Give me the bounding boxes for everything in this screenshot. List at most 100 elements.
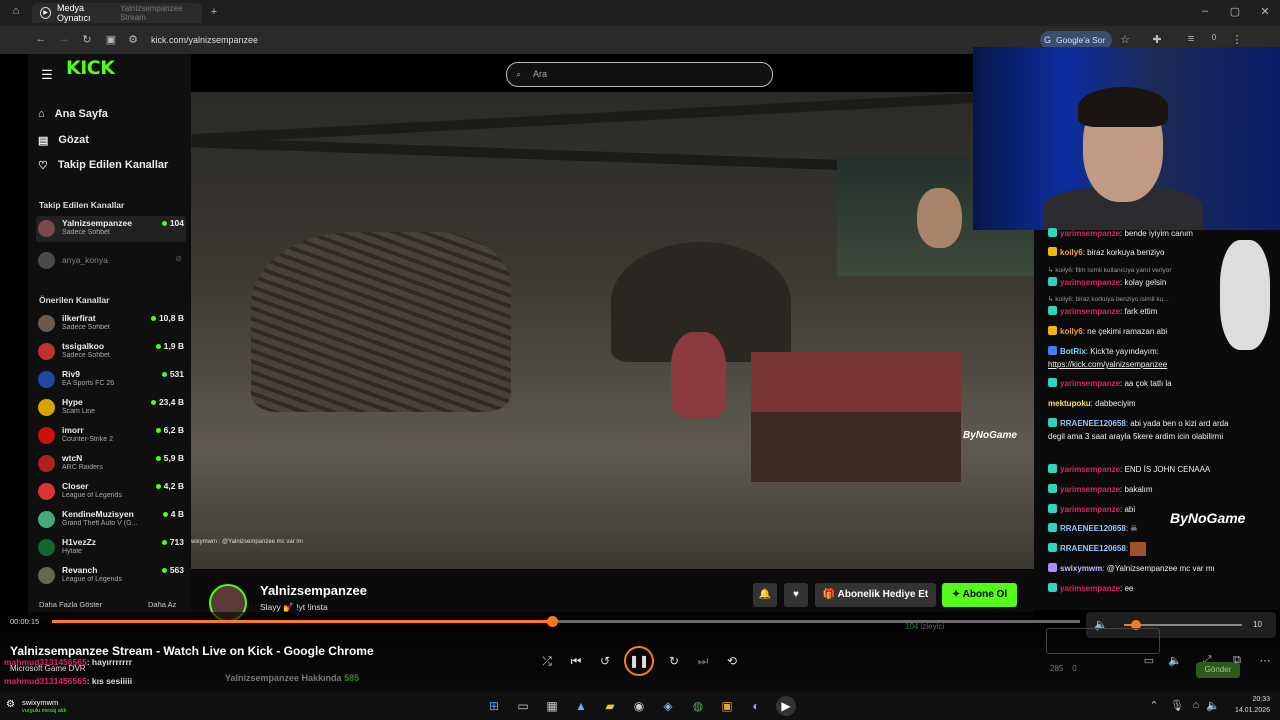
minimize-icon[interactable]: –: [1198, 5, 1212, 17]
bookmark-star-icon[interactable]: ☆: [1118, 33, 1132, 46]
next-icon[interactable]: ⏭: [694, 652, 712, 670]
notification-chip[interactable]: ⚙ swixymwm vurgulu mesaj aldı: [4, 697, 124, 717]
photos-icon[interactable]: ▲: [571, 696, 591, 716]
chat-user[interactable]: RRAENEE120658: [1060, 544, 1126, 553]
task-view-icon[interactable]: ▭: [513, 696, 533, 716]
maximize-icon[interactable]: ▢: [1228, 5, 1242, 18]
file-explorer-icon[interactable]: ▰: [600, 696, 620, 716]
shuffle-icon[interactable]: ⤮: [538, 652, 556, 670]
compact-view-icon[interactable]: ⧉: [1230, 654, 1244, 667]
chat-user[interactable]: yarimsempanze: [1060, 278, 1120, 287]
steam-icon[interactable]: ◈: [658, 696, 678, 716]
chat-user[interactable]: yarimsempanze: [1060, 465, 1120, 474]
nav-browse[interactable]: ▤ Gözat: [38, 130, 188, 150]
new-tab-icon[interactable]: +: [209, 6, 219, 18]
chat-link[interactable]: https://kick.com/yalnizsempanzee: [1048, 360, 1167, 369]
recommended-channel[interactable]: Hype Scam Line 23,4 B: [36, 395, 186, 421]
chat-user[interactable]: koily6: [1060, 248, 1083, 257]
follow-heart-button[interactable]: ♥: [784, 583, 808, 607]
ext-count-badge[interactable]: 0: [1207, 33, 1221, 42]
subscribe-button[interactable]: ✦ Abone Ol: [942, 583, 1017, 607]
streamer-name[interactable]: Yalnizsempanzee: [260, 583, 367, 598]
chat-user[interactable]: koily6: [1060, 327, 1083, 336]
miniplayer-icon[interactable]: ▭: [1142, 654, 1156, 667]
media-player-icon[interactable]: ▶: [776, 696, 796, 716]
nav-following[interactable]: ♡ Takip Edilen Kanallar: [38, 155, 188, 175]
channel-name: Revanch: [62, 565, 98, 575]
extensions-icon[interactable]: ✚: [1150, 33, 1164, 46]
channel-name: Riv9: [62, 369, 80, 379]
recommended-channel[interactable]: imorr Counter-Strike 2 6,2 B: [36, 423, 186, 449]
ghost-user: mahmud3131456565: [4, 676, 87, 686]
pause-button[interactable]: ❚❚: [624, 646, 654, 676]
chat-user[interactable]: yarimsempanze: [1060, 505, 1120, 514]
speaker-icon[interactable]: 🔈: [1206, 699, 1220, 712]
chat-user[interactable]: swixymwm: [1060, 564, 1102, 573]
video-player[interactable]: ByNoGame wixymwm : @Yalnizsempanzee mc v…: [191, 92, 1034, 569]
chat-user[interactable]: yarimsempanze: [1060, 485, 1120, 494]
reload-icon[interactable]: ↻: [80, 33, 94, 46]
forward-icon[interactable]: →: [57, 33, 71, 45]
home-icon[interactable]: ⌂: [8, 5, 24, 17]
menu-icon[interactable]: ⋮: [1230, 33, 1244, 46]
recommended-channel[interactable]: H1vezZz Hytale 713: [36, 535, 186, 561]
chat-user[interactable]: BotRix: [1060, 347, 1086, 356]
recommended-channel[interactable]: Riv9 EA Sports FC 26 531: [36, 367, 186, 393]
widgets-icon[interactable]: ▦: [542, 696, 562, 716]
chat-text: : bakalım: [1120, 485, 1153, 494]
hamburger-icon[interactable]: ☰: [40, 67, 54, 83]
tray-chevron-icon[interactable]: ⌃: [1148, 699, 1160, 712]
discord-icon[interactable]: ◐: [746, 696, 766, 716]
kick-logo[interactable]: KICK: [66, 57, 115, 79]
badge-icon: [1048, 306, 1057, 315]
chat-user[interactable]: RRAENEE120658: [1060, 419, 1126, 428]
windows-start-icon[interactable]: ⊞: [484, 696, 504, 716]
search-input[interactable]: ⌕ Ara: [506, 62, 773, 87]
more-options-icon[interactable]: ⋯: [1258, 654, 1272, 667]
chat-user[interactable]: yarimsempanze: [1060, 379, 1120, 388]
recommended-channel[interactable]: wtcN ARC Raiders 5,9 B: [36, 451, 186, 477]
forward-skip-icon[interactable]: ↻: [665, 652, 683, 670]
followed-channel[interactable]: Yalnizsempanzee Sadece Sohbet 104: [36, 216, 186, 242]
ghost-text: : kıs sesiiiii: [86, 676, 133, 686]
notification-bell-button[interactable]: 🔔: [753, 583, 777, 607]
browser-tab[interactable]: ▶ Medya Oynatıcı Yalnizsempanzee Stream: [32, 3, 202, 23]
followed-channel[interactable]: anya_konya ⊘: [36, 248, 186, 274]
chrome-icon[interactable]: ◍: [688, 696, 708, 716]
volume-icon[interactable]: 🔈: [1168, 654, 1182, 667]
back-icon[interactable]: ←: [34, 33, 48, 45]
emote-icon: [1130, 542, 1147, 556]
site-info-icon[interactable]: ⚙: [126, 33, 140, 46]
gift-sub-button[interactable]: 🎁 Abonelik Hediye Et: [815, 583, 936, 607]
seek-knob[interactable]: [546, 616, 558, 627]
chat-text: : kolay gelsin: [1120, 278, 1167, 287]
rewind-icon[interactable]: ↺: [596, 652, 614, 670]
recommended-channel[interactable]: ilkerfirat Sadece Sohbet 10,8 B: [36, 311, 186, 337]
game-icon[interactable]: ▣: [717, 696, 737, 716]
network-icon[interactable]: ⌂: [1190, 699, 1202, 711]
repeat-off-icon[interactable]: ⟲: [723, 652, 741, 670]
obs-icon[interactable]: ◉: [629, 696, 649, 716]
chat-user[interactable]: yarimsempanze: [1060, 307, 1120, 316]
recommended-channel[interactable]: Revanch League of Legends 563: [36, 563, 186, 589]
recommended-channel[interactable]: tssigalkoo Sadece Sohbet 1,9 B: [36, 339, 186, 365]
chat-user[interactable]: RRAENEE120658: [1060, 524, 1126, 533]
clock[interactable]: 20:33 14.01.2026: [1220, 694, 1270, 716]
badge-icon: [1048, 418, 1057, 427]
chat-user[interactable]: mektupoku: [1048, 399, 1091, 408]
chat-user[interactable]: yarimsempanze: [1060, 229, 1120, 238]
recommended-channel[interactable]: Closer League of Legends 4,2 B: [36, 479, 186, 505]
show-more-link[interactable]: Daha Fazla Göster: [39, 600, 102, 609]
nav-home[interactable]: ⌂ Ana Sayfa: [38, 104, 188, 124]
address-bar[interactable]: kick.com/yalnizsempanzee: [143, 30, 1023, 50]
close-icon[interactable]: ✕: [1258, 5, 1272, 18]
chat-input[interactable]: [1046, 628, 1160, 654]
microphone-icon[interactable]: 🎙: [1170, 699, 1184, 712]
recommended-channel[interactable]: KendineMuzisyen Grand Theft Auto V (G... 4…: [36, 507, 186, 533]
volume-slider[interactable]: [1124, 620, 1242, 630]
split-view-icon[interactable]: ▣: [104, 33, 118, 46]
chat-user[interactable]: yarimsempanze: [1060, 584, 1120, 593]
media-control-icon[interactable]: ≡: [1184, 33, 1198, 45]
show-less-link[interactable]: Daha Az: [148, 600, 176, 609]
previous-icon[interactable]: ⏮: [567, 652, 585, 670]
